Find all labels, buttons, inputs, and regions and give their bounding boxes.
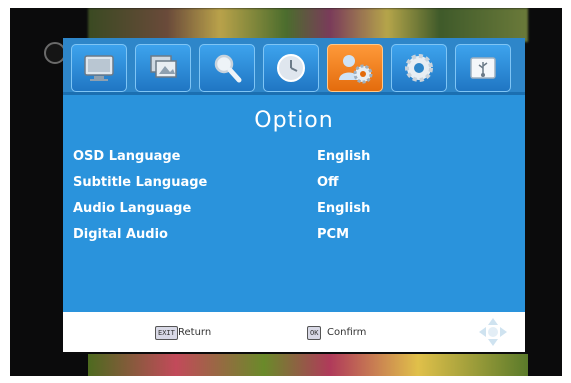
row-label: Audio Language [73, 201, 192, 216]
menu-row-digital-audio[interactable]: Digital Audio PCM [73, 223, 513, 247]
tab-picture-settings[interactable] [71, 44, 127, 92]
row-label: Digital Audio [73, 227, 168, 242]
page-title: Option [254, 108, 334, 133]
tab-bar-divider [63, 92, 525, 95]
user-settings-icon [339, 55, 373, 84]
help-bar: EXIT Return OK Confirm [63, 312, 525, 352]
gear-icon [405, 54, 433, 82]
background-video-bottom [88, 354, 528, 376]
row-value: English [317, 149, 371, 164]
menu-row-subtitle-language[interactable]: Subtitle Language Off [73, 171, 513, 195]
tab-system[interactable] [391, 44, 447, 92]
tab-image-settings[interactable] [135, 44, 191, 92]
menu-row-audio-language[interactable]: Audio Language English [73, 197, 513, 221]
search-icon [214, 54, 242, 83]
exit-key-icon: EXIT [155, 326, 178, 340]
confirm-hint: Confirm [327, 327, 367, 338]
menu-row-osd-language[interactable]: OSD Language English [73, 145, 513, 169]
row-label: OSD Language [73, 149, 181, 164]
row-label: Subtitle Language [73, 175, 208, 190]
monitor-icon [84, 55, 114, 81]
option-menu: Option OSD Language English Subtitle Lan… [63, 38, 525, 352]
tab-option[interactable] [327, 44, 383, 92]
return-hint: Return [178, 327, 212, 338]
clock-icon [277, 54, 305, 82]
row-value: Off [317, 175, 339, 190]
navigation-pad-icon [479, 318, 507, 346]
ok-key-icon: OK [307, 326, 322, 340]
menu-tab-bar [63, 38, 525, 94]
tab-time[interactable] [263, 44, 319, 92]
picture-icon [150, 55, 177, 78]
tab-channel-search[interactable] [199, 44, 255, 92]
background-video-top [88, 8, 528, 42]
usb-icon [470, 57, 496, 79]
row-value: English [317, 201, 371, 216]
tab-usb[interactable] [455, 44, 511, 92]
row-value: PCM [317, 227, 350, 242]
